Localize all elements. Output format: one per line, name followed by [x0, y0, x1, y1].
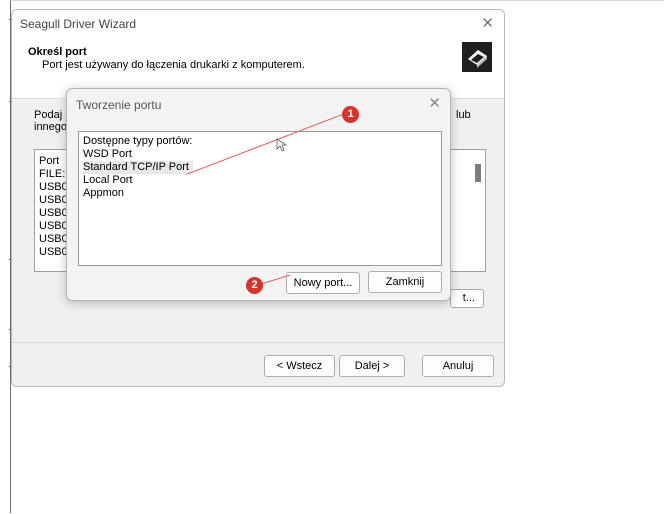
dialog-close-icon[interactable]: ✕ — [428, 94, 441, 112]
configure-port-button[interactable]: t... — [450, 289, 484, 308]
list-item[interactable]: USB0 — [39, 194, 68, 206]
wizard-subheading: Port jest używany do łączenia drukarki z… — [42, 59, 305, 71]
footer-divider — [12, 342, 504, 343]
port-type-appmon[interactable]: Appmon — [83, 187, 128, 200]
next-button[interactable]: Dalej > — [339, 355, 405, 377]
wizard-heading: Określ port — [28, 46, 87, 58]
new-port-button[interactable]: Nowy port... — [286, 272, 360, 294]
port-type-standard-tcpip[interactable]: Standard TCP/IP Port — [83, 161, 193, 174]
dialog-titlebar: Tworzenie portu ✕ — [67, 89, 450, 121]
cancel-button[interactable]: Anuluj — [422, 355, 494, 377]
printer-icon — [462, 42, 492, 72]
list-item[interactable]: USB0 — [39, 181, 68, 193]
dialog-title: Tworzenie portu — [76, 98, 162, 112]
scrollbar-thumb[interactable] — [475, 164, 481, 182]
create-port-dialog: Tworzenie portu ✕ Dostępne typy portów: … — [66, 88, 451, 301]
annotation-badge-1: 1 — [342, 106, 359, 123]
list-item[interactable]: USB0 — [39, 207, 68, 219]
instruction-tail: lub — [456, 109, 471, 121]
close-dialog-button[interactable]: Zamknij — [368, 271, 442, 293]
wizard-title: Seagull Driver Wizard — [20, 17, 137, 31]
list-item[interactable]: USB0 — [39, 220, 68, 232]
list-item[interactable]: Port — [39, 155, 59, 167]
wizard-titlebar: Seagull Driver Wizard ✕ — [12, 10, 504, 40]
port-type-wsd[interactable]: WSD Port — [83, 148, 136, 161]
wizard-close-icon[interactable]: ✕ — [481, 14, 494, 32]
port-type-local[interactable]: Local Port — [83, 174, 137, 187]
list-item[interactable]: USB0 — [39, 233, 68, 245]
port-type-list[interactable]: Dostępne typy portów: WSD Port Standard … — [78, 131, 442, 266]
list-header: Dostępne typy portów: — [83, 135, 193, 147]
back-button[interactable]: < Wstecz — [264, 355, 335, 377]
cursor-arrow-icon — [276, 138, 288, 152]
list-item[interactable]: FILE: — [39, 168, 65, 180]
annotation-badge-2: 2 — [246, 277, 263, 294]
list-item[interactable]: USB0 — [39, 246, 68, 258]
